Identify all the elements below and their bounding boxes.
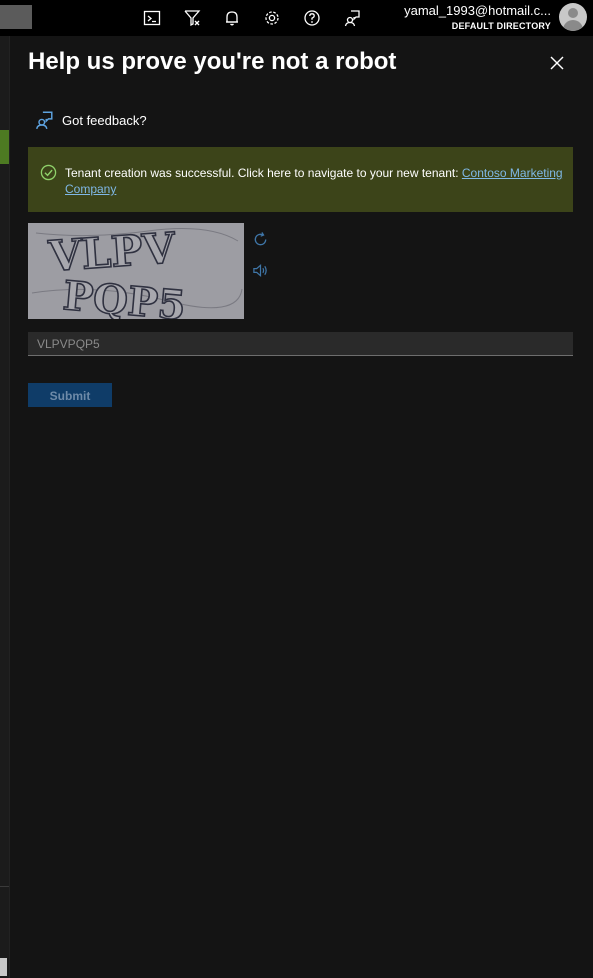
refresh-captcha-button[interactable] — [251, 230, 269, 248]
captcha-image: VLPV PQP5 — [28, 222, 244, 330]
svg-text:PQP5: PQP5 — [61, 272, 187, 319]
submit-button[interactable]: Submit — [28, 383, 112, 407]
search-box-fragment[interactable] — [0, 5, 32, 29]
captcha-input[interactable] — [28, 332, 573, 356]
audio-captcha-button[interactable] — [251, 261, 269, 279]
panel-title: Help us prove you're not a robot — [28, 48, 397, 75]
top-bar: yamal_1993@hotmail.c... DEFAULT DIRECTOR… — [0, 0, 593, 36]
success-check-icon — [40, 164, 57, 181]
account-email[interactable]: yamal_1993@hotmail.c... — [404, 3, 551, 18]
success-banner[interactable]: Tenant creation was successful. Click he… — [28, 147, 573, 212]
feedback-icon — [36, 111, 53, 130]
banner-message: Tenant creation was successful. Click he… — [65, 165, 565, 197]
feedback-icon[interactable] — [340, 6, 364, 30]
got-feedback-link[interactable]: Got feedback? — [34, 109, 147, 131]
background-accent — [0, 130, 9, 164]
background-scrollbar[interactable] — [0, 958, 7, 976]
feedback-label: Got feedback? — [62, 112, 147, 128]
close-icon — [550, 56, 564, 70]
close-button[interactable] — [546, 52, 568, 74]
speaker-icon — [252, 263, 267, 277]
cloud-shell-icon[interactable] — [140, 6, 164, 30]
avatar[interactable] — [559, 3, 587, 31]
directory-filter-icon[interactable] — [180, 6, 204, 30]
refresh-icon — [254, 231, 266, 245]
settings-icon[interactable] — [260, 6, 284, 30]
notifications-icon[interactable] — [220, 6, 244, 30]
captcha-panel: Help us prove you're not a robot Got fee… — [9, 36, 592, 978]
background-divider — [0, 886, 9, 887]
account-directory[interactable]: DEFAULT DIRECTORY — [452, 21, 551, 31]
help-icon[interactable] — [300, 6, 324, 30]
background-blade-sliver — [0, 36, 9, 978]
banner-text: Tenant creation was successful. Click he… — [65, 166, 462, 180]
